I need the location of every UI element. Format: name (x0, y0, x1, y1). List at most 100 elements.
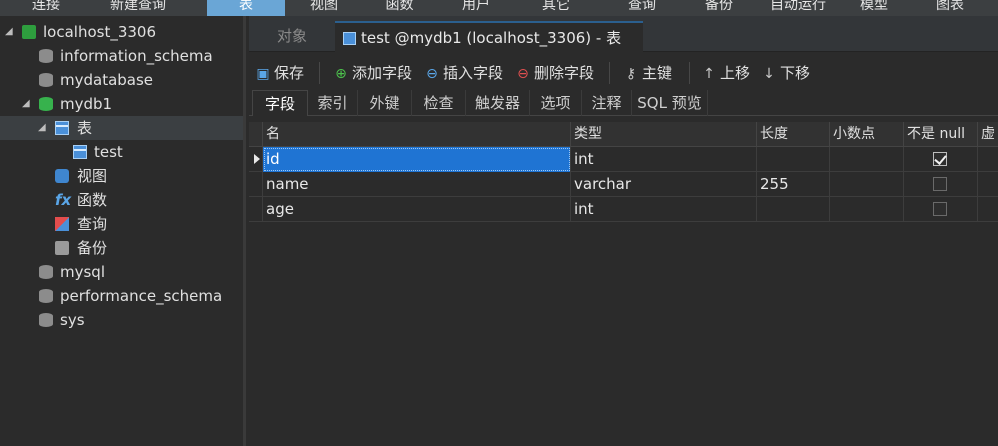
tree-node-backups[interactable]: 备份 (0, 236, 243, 260)
table-icon (343, 32, 356, 45)
menu-table[interactable]: 表 (207, 0, 285, 16)
field-not-null-cell[interactable] (904, 147, 978, 172)
tree-node-database[interactable]: performance_schema (0, 284, 243, 308)
row-marker[interactable] (249, 197, 263, 222)
column-header-virtual[interactable]: 虚 (978, 122, 998, 147)
primary-key-button[interactable]: ⚷ 主键 (623, 62, 672, 84)
field-length-cell[interactable]: 255 (757, 172, 830, 197)
menu-view[interactable]: 视图 (285, 0, 363, 16)
menu-query[interactable]: 查询 (596, 0, 688, 16)
field-virtual-cell[interactable] (978, 197, 998, 222)
tree-node-tables[interactable]: ◢ 表 (0, 116, 243, 140)
tree-node-label: 函数 (77, 191, 108, 209)
field-type-cell[interactable]: varchar (571, 172, 757, 197)
field-type-cell[interactable]: int (571, 197, 757, 222)
primary-key-label: 主键 (642, 64, 673, 82)
not-null-checkbox[interactable] (933, 152, 947, 166)
expand-arrow-icon[interactable]: ◢ (38, 116, 46, 140)
tree-node-connection[interactable]: ◢ localhost_3306 (0, 20, 243, 44)
menu-connection[interactable]: 连接 (0, 0, 92, 16)
connection-icon (22, 25, 36, 39)
arrow-up-icon: ↑ (703, 66, 715, 82)
tree-node-label: sys (60, 311, 85, 329)
field-not-null-cell[interactable] (904, 197, 978, 222)
tree-node-database[interactable]: information_schema (0, 44, 243, 68)
table-row[interactable]: name varchar 255 (249, 172, 998, 197)
field-decimals-cell[interactable] (830, 147, 904, 172)
menu-user[interactable]: 用户 (436, 0, 516, 16)
table-row[interactable]: id int (249, 147, 998, 172)
field-decimals-cell[interactable] (830, 197, 904, 222)
tab-foreign-keys[interactable]: 外键 (358, 90, 412, 116)
field-name-cell[interactable]: age (263, 197, 571, 222)
delete-icon: ⊖ (517, 66, 529, 82)
field-type-cell[interactable]: int (571, 147, 757, 172)
field-length-cell[interactable] (757, 197, 830, 222)
row-marker[interactable] (249, 147, 263, 172)
menu-backup[interactable]: 备份 (688, 0, 750, 16)
tab-checks[interactable]: 检查 (412, 90, 466, 116)
document-tab-bar: 对象 test @mydb1 (localhost_3306) - 表 (249, 16, 998, 52)
tab-sql-preview[interactable]: SQL 预览 (632, 90, 708, 116)
column-header-length[interactable]: 长度 (757, 122, 830, 147)
toolbar-divider (319, 62, 320, 84)
move-down-button[interactable]: ↓ 下移 (761, 62, 810, 84)
add-field-button[interactable]: ⊕ 添加字段 (333, 62, 412, 84)
database-icon (39, 265, 53, 279)
row-marker[interactable] (249, 172, 263, 197)
field-length-cell[interactable] (757, 147, 830, 172)
tree-node-database-open[interactable]: ◢ mydb1 (0, 92, 243, 116)
insert-field-button[interactable]: ⊖ 插入字段 (424, 62, 503, 84)
menu-automation[interactable]: 自动运行 (750, 0, 846, 16)
menu-function[interactable]: 函数 (363, 0, 436, 16)
tab-objects[interactable]: 对象 (249, 21, 335, 52)
field-name-cell[interactable]: id (263, 147, 571, 172)
column-header-type[interactable]: 类型 (571, 122, 757, 147)
tree-node-label: mydatabase (60, 71, 154, 89)
views-icon (55, 169, 69, 183)
tree-node-label: information_schema (60, 47, 213, 65)
tab-fields[interactable]: 字段 (252, 90, 308, 116)
field-virtual-cell[interactable] (978, 147, 998, 172)
menu-chart[interactable]: 图表 (920, 0, 980, 16)
column-header-not-null[interactable]: 不是 null (904, 122, 978, 147)
tree-node-queries[interactable]: 查询 (0, 212, 243, 236)
column-header-decimals[interactable]: 小数点 (830, 122, 904, 147)
tree-node-database[interactable]: mysql (0, 260, 243, 284)
move-up-button[interactable]: ↑ 上移 (701, 62, 750, 84)
tab-indexes[interactable]: 索引 (308, 90, 358, 116)
add-field-label: 添加字段 (352, 64, 413, 82)
column-header-name[interactable]: 名 (263, 122, 571, 147)
backups-icon (55, 241, 69, 255)
tab-comment[interactable]: 注释 (582, 90, 632, 116)
tab-table-design[interactable]: test @mydb1 (localhost_3306) - 表 (335, 21, 643, 52)
tree-node-database[interactable]: sys (0, 308, 243, 332)
not-null-checkbox[interactable] (933, 202, 947, 216)
tree-node-functions[interactable]: fx 函数 (0, 188, 243, 212)
delete-field-button[interactable]: ⊖ 删除字段 (515, 62, 594, 84)
menu-new-query[interactable]: 新建查询 (92, 0, 184, 16)
tab-triggers[interactable]: 触发器 (466, 90, 530, 116)
save-button[interactable]: ▣ 保存 (255, 62, 304, 84)
tab-options[interactable]: 选项 (530, 90, 582, 116)
table-row[interactable]: age int (249, 197, 998, 222)
tree-node-table[interactable]: test (0, 140, 243, 164)
insert-icon: ⊖ (426, 66, 438, 82)
expand-arrow-icon[interactable]: ◢ (5, 20, 13, 44)
tree-node-label: 视图 (77, 167, 108, 185)
field-name-cell[interactable]: name (263, 172, 571, 197)
tree-node-database[interactable]: mydatabase (0, 68, 243, 92)
tree-node-label: 查询 (77, 215, 108, 233)
tree-node-views[interactable]: 视图 (0, 164, 243, 188)
tree-node-label: test (94, 143, 123, 161)
key-icon: ⚷ (625, 66, 637, 82)
arrow-down-icon: ↓ (763, 66, 775, 82)
menu-other[interactable]: 其它 (516, 0, 596, 16)
expand-arrow-icon[interactable]: ◢ (22, 92, 30, 116)
field-not-null-cell[interactable] (904, 172, 978, 197)
not-null-checkbox[interactable] (933, 177, 947, 191)
menu-model[interactable]: 模型 (846, 0, 902, 16)
field-decimals-cell[interactable] (830, 172, 904, 197)
database-icon (39, 73, 53, 87)
field-virtual-cell[interactable] (978, 172, 998, 197)
